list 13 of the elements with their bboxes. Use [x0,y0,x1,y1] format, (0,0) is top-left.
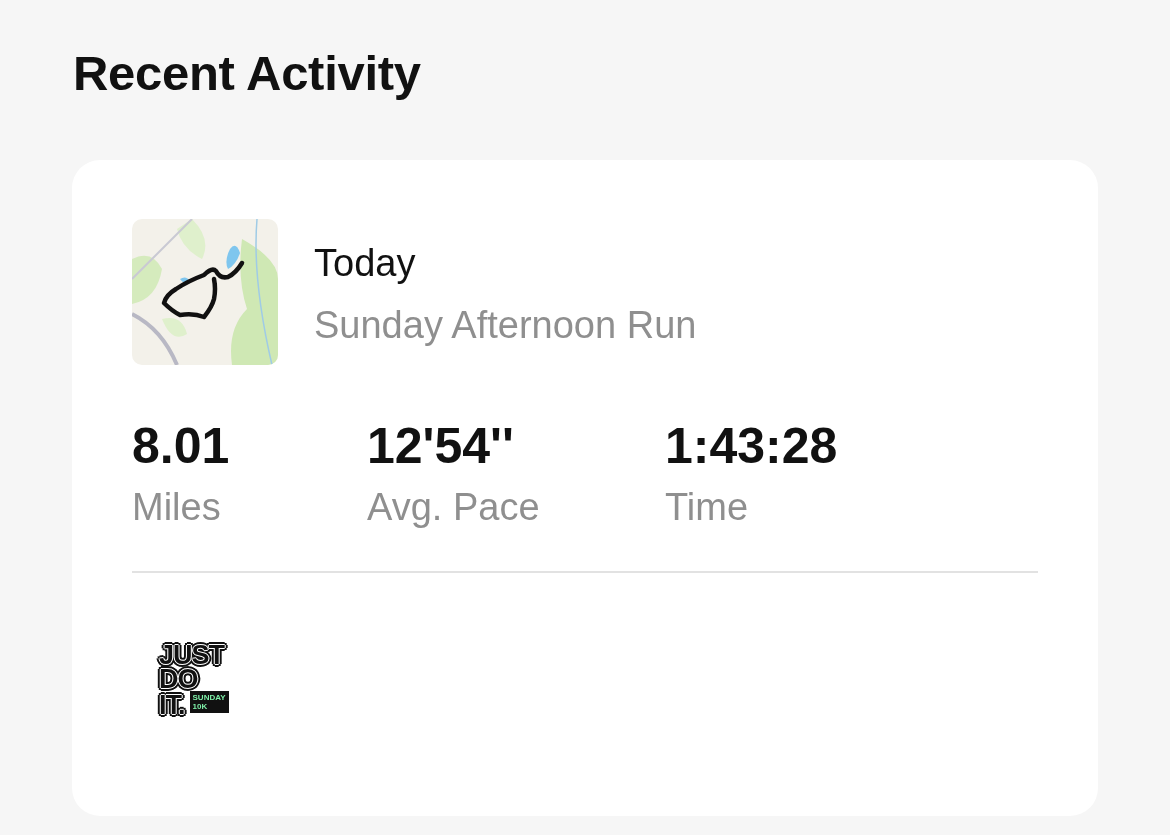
activity-date: Today [314,241,417,286]
badge-tag: SUNDAY 10K [189,691,229,713]
badge-text: DO [158,667,199,691]
badge-text: JUST [158,643,226,667]
stat-label: Avg. Pace [367,485,541,530]
section-title: Recent Activity [73,45,422,102]
badge-text: IT. [158,693,186,717]
stat-label: Miles [132,485,222,530]
stat-value: 8.01 [132,417,231,475]
activity-name: Sunday Afternoon Run [314,303,697,348]
stat-value: 1:43:28 [665,417,839,475]
stat-value: 12'54'' [367,417,515,475]
stat-label: Time [665,485,750,530]
